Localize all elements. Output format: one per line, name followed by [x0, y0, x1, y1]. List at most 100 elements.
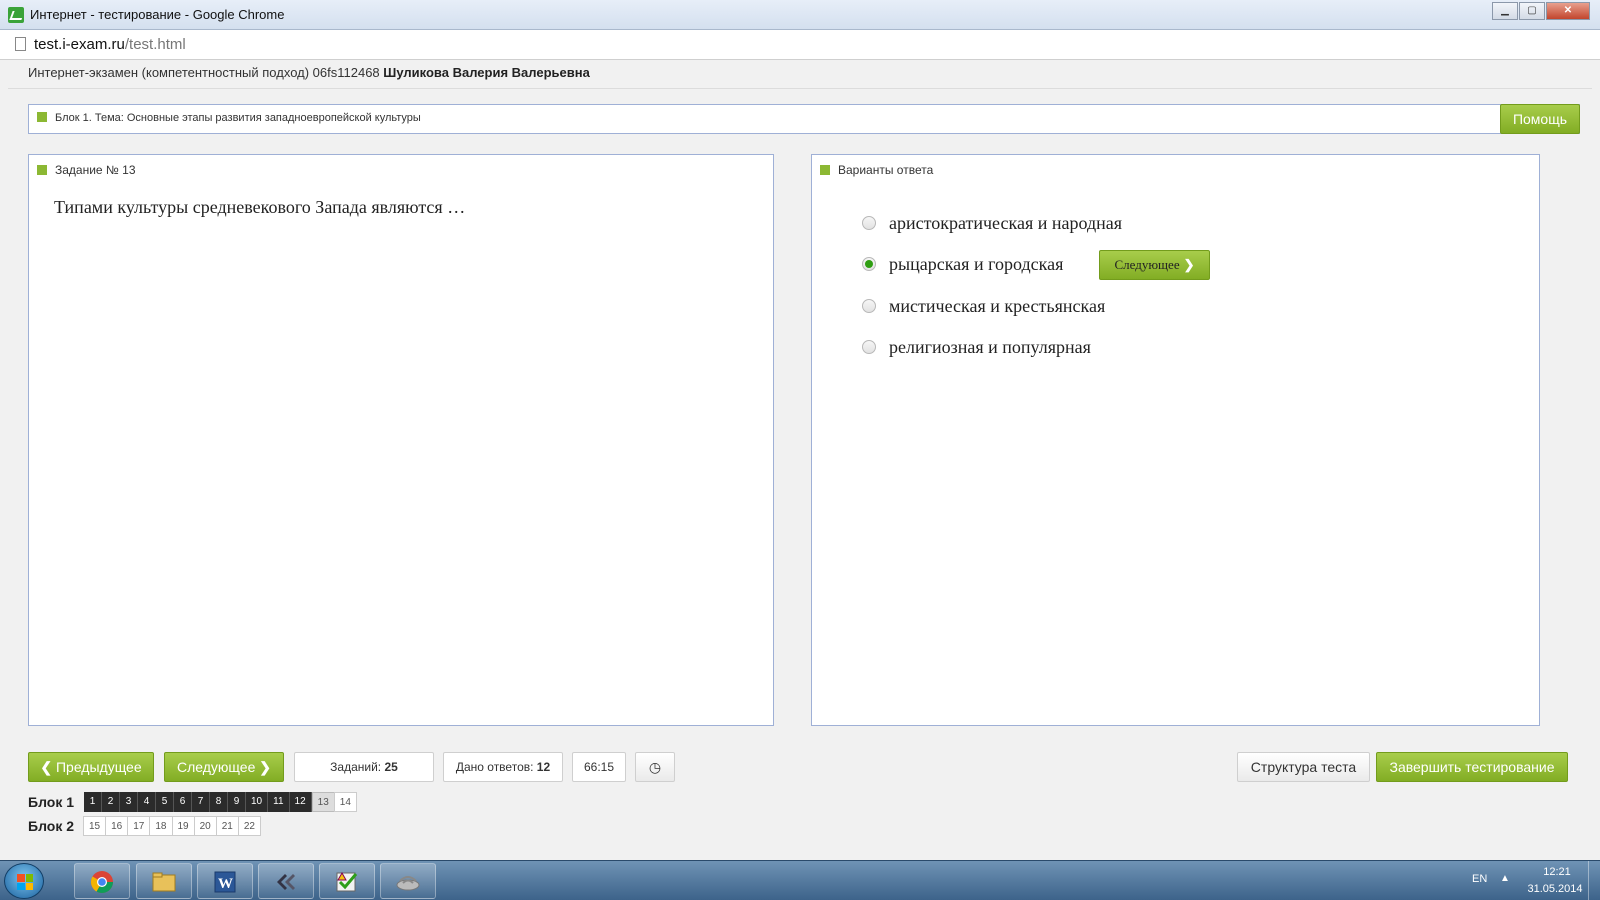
prev-button[interactable]: ❮ Предыдущее	[28, 752, 154, 782]
tasks-count: 25	[384, 760, 398, 774]
show-desktop-button[interactable]	[1588, 861, 1600, 900]
radio-button[interactable]	[862, 216, 876, 230]
app-icon	[277, 874, 295, 890]
taskbar-chrome[interactable]	[74, 863, 130, 899]
block-name: Блок 1	[28, 794, 75, 810]
question-cell[interactable]: 3	[120, 792, 138, 812]
square-marker-icon	[37, 165, 47, 175]
question-cell[interactable]: 9	[228, 792, 246, 812]
answer-option-1[interactable]: аристократическая и народная	[862, 210, 1122, 236]
answers-title-text: Варианты ответа	[838, 163, 934, 177]
clock-button[interactable]: ◷	[635, 752, 675, 782]
taskbar-checklist[interactable]	[319, 863, 375, 899]
question-cell[interactable]: 10	[246, 792, 269, 812]
block-topic: Блок 1. Тема: Основные этапы развития за…	[37, 112, 421, 124]
app-icon	[8, 7, 24, 23]
next-inline-button[interactable]: Следующее ❯	[1099, 250, 1210, 280]
question-cell[interactable]: 18	[149, 816, 173, 836]
answer-option-text[interactable]: рыцарская и городская	[889, 254, 1063, 275]
taskbar-network[interactable]	[380, 863, 436, 899]
chevron-left-icon: ❮	[40, 759, 53, 775]
radio-button[interactable]	[862, 299, 876, 313]
prev-label: Предыдущее	[55, 759, 142, 775]
answer-option-3[interactable]: мистическая и крестьянская	[862, 293, 1105, 319]
folder-icon	[152, 872, 176, 892]
question-cell[interactable]: 17	[127, 816, 151, 836]
url-path: /test.html	[124, 36, 186, 53]
close-button[interactable]: ✕	[1546, 2, 1590, 20]
block-topic-bar: Блок 1. Тема: Основные этапы развития за…	[28, 104, 1580, 134]
question-cell[interactable]: 11	[268, 792, 290, 812]
url-text[interactable]: test.i-exam.ru/test.html	[34, 36, 186, 53]
question-cell[interactable]: 7	[192, 792, 210, 812]
word-icon: W	[214, 871, 236, 893]
question-cell[interactable]: 14	[333, 792, 357, 812]
start-button[interactable]	[4, 863, 44, 899]
question-cell[interactable]: 21	[215, 816, 239, 836]
answered-label: Дано ответов:	[455, 760, 534, 774]
question-text: Типами культуры средневекового Запада яв…	[54, 197, 466, 217]
taskbar-word[interactable]: W	[197, 863, 253, 899]
minimize-button[interactable]: ▁	[1492, 2, 1518, 20]
taskbar-explorer[interactable]	[136, 863, 192, 899]
question-cell[interactable]: 15	[83, 816, 107, 836]
tasks-count-box: Заданий: 25	[294, 752, 434, 782]
svg-text:W: W	[218, 876, 233, 892]
next-inline-label: Следующее	[1114, 257, 1180, 272]
clock-time[interactable]: 12:21	[1532, 866, 1582, 878]
address-bar[interactable]: test.i-exam.ru/test.html	[0, 30, 1600, 60]
answer-option-2[interactable]: рыцарская и городская	[862, 251, 1063, 277]
page-icon	[15, 37, 26, 51]
taskbar-app[interactable]	[258, 863, 314, 899]
task-panel: Задание № 13 Типами культуры средневеков…	[28, 154, 774, 726]
question-cell-current[interactable]: 13	[311, 792, 335, 812]
radio-button-selected[interactable]	[862, 257, 876, 271]
question-cell[interactable]: 1	[84, 792, 102, 812]
tray-expand-icon[interactable]: ▲	[1500, 873, 1510, 884]
block-name: Блок 2	[28, 818, 75, 834]
question-cell[interactable]: 16	[105, 816, 129, 836]
test-structure-button[interactable]: Структура теста	[1237, 752, 1370, 782]
block-topic-text: Блок 1. Тема: Основные этапы развития за…	[55, 112, 421, 124]
question-cell[interactable]: 8	[210, 792, 228, 812]
chevron-right-icon: ❯	[259, 759, 271, 775]
chrome-icon	[91, 871, 113, 893]
answered-count-box: Дано ответов: 12	[443, 752, 563, 782]
question-cell[interactable]: 4	[138, 792, 156, 812]
system-tray: EN ▲ 12:21 31.05.2014	[1440, 861, 1600, 900]
square-marker-icon	[820, 165, 830, 175]
chevron-right-icon: ❯	[1183, 257, 1195, 272]
answers-title: Варианты ответа	[820, 163, 933, 177]
question-cell[interactable]: 2	[102, 792, 120, 812]
exam-header: Интернет-экзамен (компетентностный подхо…	[28, 65, 590, 80]
help-button[interactable]: Помощь	[1500, 104, 1580, 134]
block-2-row: Блок 2 15 16 17 18 19 20 21 22	[28, 816, 261, 836]
question-cell[interactable]: 22	[237, 816, 261, 836]
tasks-label: Заданий:	[330, 760, 382, 774]
clock-date[interactable]: 31.05.2014	[1524, 883, 1586, 895]
answer-option-text[interactable]: мистическая и крестьянская	[889, 296, 1105, 317]
answer-option-text[interactable]: религиозная и популярная	[889, 337, 1091, 358]
square-marker-icon	[37, 112, 47, 122]
checklist-icon	[336, 871, 358, 892]
window-titlebar: Интернет - тестирование - Google Chrome …	[0, 0, 1600, 30]
question-cell[interactable]: 6	[174, 792, 192, 812]
question-cell[interactable]: 12	[289, 792, 312, 812]
question-cell[interactable]: 19	[171, 816, 195, 836]
clock-icon: ◷	[648, 759, 662, 775]
task-number-text: Задание № 13	[55, 163, 136, 177]
exam-page: Интернет-экзамен (компетентностный подхо…	[8, 60, 1592, 860]
question-cell[interactable]: 20	[193, 816, 217, 836]
window-controls: ▁ ▢ ✕	[1491, 2, 1590, 20]
timer: 66:15	[572, 752, 626, 782]
language-indicator[interactable]: EN	[1472, 873, 1487, 885]
answer-option-text[interactable]: аристократическая и народная	[889, 213, 1122, 234]
maximize-button[interactable]: ▢	[1519, 2, 1545, 20]
question-cell[interactable]: 5	[156, 792, 174, 812]
finish-test-button[interactable]: Завершить тестирование	[1376, 752, 1568, 782]
answer-option-4[interactable]: религиозная и популярная	[862, 334, 1091, 360]
network-icon	[396, 876, 420, 891]
radio-button[interactable]	[862, 340, 876, 354]
answered-count: 12	[536, 760, 551, 774]
next-button[interactable]: Следующее ❯	[164, 752, 284, 782]
